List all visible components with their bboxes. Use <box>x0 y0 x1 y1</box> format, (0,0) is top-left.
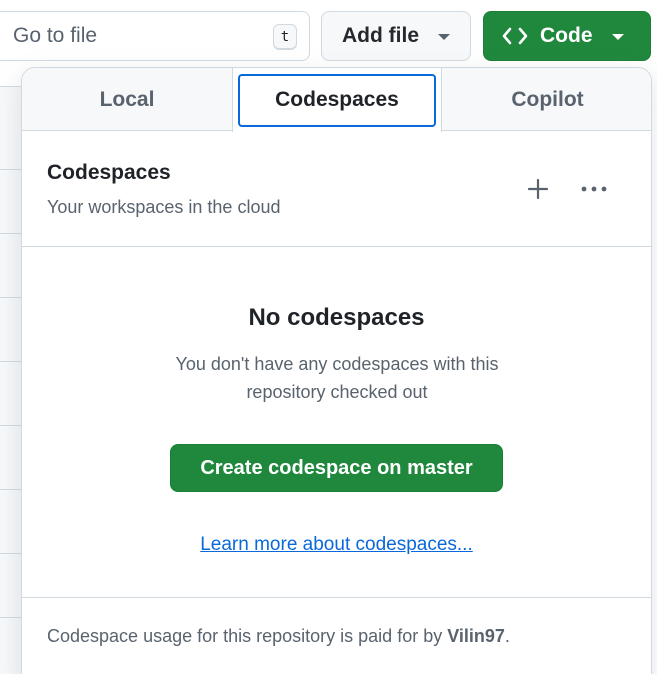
add-file-label: Add file <box>342 24 419 47</box>
footer-billing-text: Codespace usage for this repository is p… <box>47 626 510 647</box>
footer-prefix: Codespace usage for this repository is p… <box>47 626 448 646</box>
codespaces-title: Codespaces <box>47 161 171 184</box>
chevron-down-icon <box>612 34 624 40</box>
code-button[interactable]: Code <box>483 11 651 61</box>
codespaces-subtitle: Your workspaces in the cloud <box>47 197 281 217</box>
tab-label: Copilot <box>511 87 584 111</box>
code-dropdown-panel: Local Codespaces Copilot Codespaces Your… <box>21 67 652 674</box>
learn-more-link[interactable]: Learn more about codespaces... <box>22 534 651 556</box>
create-codespace-label: Create codespace on master <box>200 456 473 479</box>
plus-icon <box>527 178 549 200</box>
codespaces-options-button[interactable] <box>578 173 610 205</box>
codespaces-footer: Codespace usage for this repository is p… <box>22 597 651 674</box>
code-dropdown-tabs: Local Codespaces Copilot <box>22 68 651 132</box>
empty-state-heading: No codespaces <box>248 304 425 331</box>
tab-codespaces[interactable]: Codespaces <box>232 68 442 132</box>
tab-local[interactable]: Local <box>22 68 232 131</box>
footer-suffix: . <box>504 626 510 646</box>
kebab-horizontal-icon <box>581 186 607 192</box>
codespaces-header: Codespaces Your workspaces in the cloud <box>22 131 651 247</box>
go-to-file-input[interactable]: Go to file t <box>0 11 310 61</box>
code-button-label: Code <box>540 24 593 47</box>
tab-label: Local <box>99 87 155 111</box>
footer-user: Vilin97 <box>447 626 505 646</box>
tab-focus-ring <box>238 74 436 127</box>
create-codespace-button[interactable]: Create codespace on master <box>170 444 503 492</box>
chevron-down-icon <box>438 34 450 40</box>
go-to-file-placeholder: Go to file <box>13 24 98 47</box>
empty-state-description: You don't have any codespaces with this … <box>175 354 499 402</box>
code-brackets-icon <box>502 27 528 45</box>
tab-copilot[interactable]: Copilot <box>442 68 651 131</box>
add-file-button[interactable]: Add file <box>321 11 471 61</box>
keyboard-shortcut-badge: t <box>273 24 297 50</box>
new-codespace-button[interactable] <box>522 173 554 205</box>
